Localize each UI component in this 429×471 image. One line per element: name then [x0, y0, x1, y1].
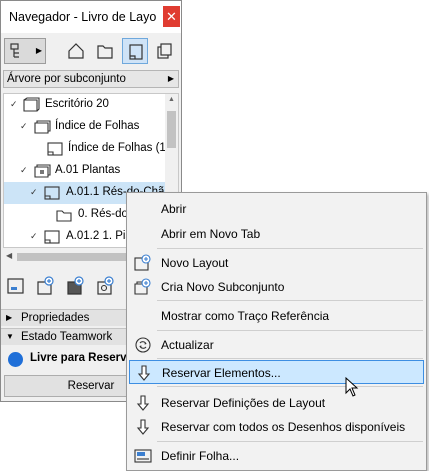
menu-separator: [157, 248, 423, 249]
menu-separator: [157, 330, 423, 331]
menu-item-new-subset[interactable]: Cria Novo Subconjunto: [129, 275, 424, 299]
menu-item-label: Reservar Definições de Layout: [161, 396, 326, 410]
menu-item-open[interactable]: Abrir: [129, 197, 424, 221]
scroll-thumb[interactable]: [167, 111, 176, 148]
tree-item-label: 0. Rés-do-: [78, 208, 132, 220]
menu-item-label: Actualizar: [161, 338, 214, 352]
subset-icon: [34, 164, 51, 178]
project-map-button[interactable]: [63, 38, 89, 64]
publisher-sets-icon: [157, 43, 172, 59]
menu-item-reserve-elements[interactable]: Reservar Elementos...: [129, 360, 424, 384]
new-layout-icon: [7, 278, 24, 294]
reserve-arrow-icon: [137, 365, 151, 381]
publisher-sets-button[interactable]: [152, 38, 178, 64]
menu-separator: [157, 441, 423, 442]
menu-item-refresh[interactable]: Actualizar: [129, 333, 424, 357]
chevron-down-icon[interactable]: ✓: [10, 99, 18, 110]
menu-item-reserve-with-drawings[interactable]: Reservar com todos os Desenhos disponíve…: [129, 415, 424, 439]
tree-item[interactable]: ✓ Índice de Folhas: [4, 116, 178, 138]
scroll-left-icon[interactable]: ◀: [6, 251, 12, 260]
book-icon: [23, 97, 40, 112]
menu-item-label: Mostrar como Traço Referência: [161, 309, 330, 323]
new-layout-icon: [134, 254, 151, 271]
tree-item-label: Índice de Folhas: [55, 120, 140, 132]
refresh-icon: [135, 337, 151, 353]
chevron-down-icon[interactable]: ✓: [30, 187, 38, 198]
chevron-down-icon[interactable]: ✓: [20, 165, 28, 176]
menu-item-reserve-layout-settings[interactable]: Reservar Definições de Layout: [129, 391, 424, 415]
teamwork-section-label: Estado Teamwork: [21, 331, 113, 343]
scroll-thumb[interactable]: [17, 253, 127, 261]
tree-item-label: Escritório 20: [45, 98, 109, 110]
mouse-cursor-icon: [345, 377, 359, 397]
new-subset-icon: [134, 278, 151, 295]
chevron-down-icon[interactable]: ✓: [20, 121, 28, 132]
menu-separator: [157, 358, 423, 359]
scroll-up-icon[interactable]: ▲: [168, 96, 175, 103]
tree-item-label: A.01 Plantas: [55, 164, 121, 176]
tree-item[interactable]: ✓ A.01 Plantas: [4, 160, 178, 182]
close-icon: ✕: [166, 9, 177, 24]
layout-icon: [47, 142, 63, 156]
layout-book-icon: [129, 44, 143, 60]
palette-titlebar[interactable]: Navegador - Livro de Layouts ✕: [1, 1, 181, 33]
layout-icon: [44, 186, 60, 200]
new-master-button[interactable]: [65, 275, 91, 301]
menu-item-label: Definir Folha...: [161, 449, 240, 463]
view-map-button[interactable]: [92, 38, 118, 64]
menu-separator: [157, 300, 423, 301]
reserve-arrow-icon: [136, 395, 150, 411]
new-folder-button[interactable]: [95, 275, 121, 301]
menu-item-show-as-trace[interactable]: Mostrar como Traço Referência: [129, 304, 424, 328]
menu-item-label: Novo Layout: [161, 256, 229, 270]
new-subset-icon: [37, 276, 54, 295]
new-subset-button[interactable]: [35, 275, 61, 301]
expand-arrow-icon: ▶: [6, 313, 13, 322]
teamwork-status-label: Livre para Reserva: [30, 352, 133, 364]
tree-view-selector[interactable]: Árvore por subconjunto ▶: [3, 70, 179, 88]
context-menu: Abrir Abrir em Novo Tab Novo Layout Cria…: [126, 192, 427, 471]
subset-icon: [34, 120, 51, 134]
menu-separator: [157, 386, 423, 387]
view-map-icon: [97, 45, 113, 59]
menu-item-open-new-tab[interactable]: Abrir em Novo Tab: [129, 222, 424, 246]
reserve-arrow-icon: [136, 419, 150, 435]
navigator-toolbar: ▶: [1, 33, 181, 69]
drawing-icon: [56, 210, 72, 222]
layout-book-button[interactable]: [122, 38, 148, 64]
project-map-icon: [10, 43, 19, 58]
new-master-icon: [67, 276, 84, 295]
tree-view-selector-label: Árvore por subconjunto: [7, 73, 126, 85]
palette-title: Navegador - Livro de Layouts: [9, 10, 157, 24]
layout-icon: [44, 230, 60, 244]
menu-item-label: Abrir em Novo Tab: [161, 227, 261, 241]
tree-item-label: Índice de Folhas (1/: [68, 142, 170, 154]
house-icon: [68, 43, 84, 59]
new-layout-button[interactable]: [5, 275, 31, 301]
menu-item-label: Cria Novo Subconjunto: [161, 280, 285, 294]
define-sheet-icon: [134, 449, 152, 463]
menu-item-new-layout[interactable]: Novo Layout: [129, 251, 424, 275]
status-dot-icon: [8, 352, 23, 367]
close-button[interactable]: ✕: [163, 6, 180, 27]
chevron-right-icon: ▶: [167, 74, 174, 83]
menu-item-label: Abrir: [161, 202, 187, 216]
menu-item-label: Reservar com todos os Desenhos disponíve…: [161, 420, 406, 434]
tree-item[interactable]: Índice de Folhas (1/: [4, 138, 178, 160]
collapse-arrow-icon: ▼: [6, 332, 14, 341]
dropdown-arrow-icon: ▶: [35, 46, 42, 55]
menu-item-define-sheet[interactable]: Definir Folha...: [129, 444, 424, 468]
project-map-dropdown[interactable]: ▶: [4, 38, 46, 64]
chevron-down-icon[interactable]: ✓: [30, 231, 38, 242]
properties-section-label: Propriedades: [21, 312, 90, 324]
menu-item-label: Reservar Elementos...: [162, 366, 281, 380]
new-folder-icon: [97, 276, 114, 295]
tree-item[interactable]: ✓ Escritório 20: [4, 94, 178, 116]
